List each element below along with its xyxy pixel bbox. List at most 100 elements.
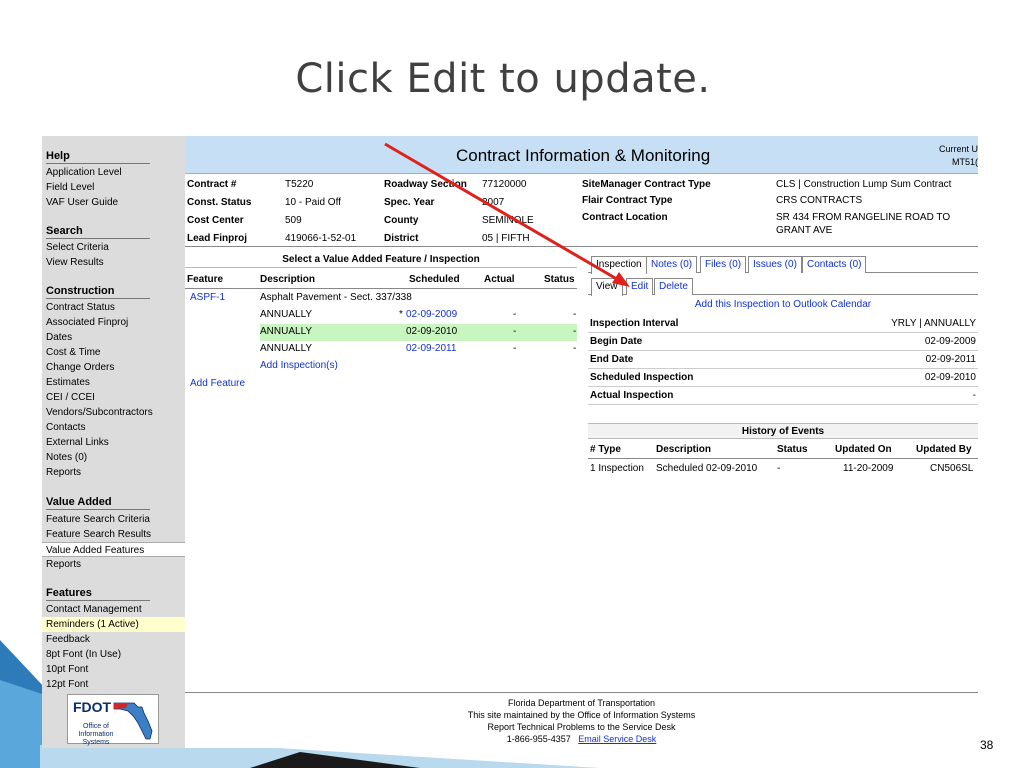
app-header: Contract Information & Monitoring Curren… [185, 136, 978, 174]
history-col-updated-by: Updated By [916, 444, 972, 455]
sidebar-item-feature-search-results[interactable]: Feature Search Results [46, 527, 151, 542]
contract-location-value-line2: GRANT AVE [776, 225, 833, 236]
history-cell-type: 1 Inspection [590, 463, 644, 474]
district-value: 05 | FIFTH [482, 233, 530, 244]
const-status-label: Const. Status [187, 197, 252, 208]
field-value: 02-09-2010 [924, 372, 976, 383]
sidebar-item-estimates[interactable]: Estimates [46, 375, 90, 390]
sidebar-item-cei-ccei[interactable]: CEI / CCEI [46, 390, 95, 405]
add-inspection-link[interactable]: Add Inspection(s) [260, 360, 338, 371]
tab-notes[interactable]: Notes (0) [646, 256, 698, 273]
field-value: 02-09-2009 [924, 336, 976, 347]
history-col-description: Description [656, 444, 712, 455]
feature-description: Asphalt Pavement - Sect. 337/338 [260, 292, 412, 303]
tab-issues[interactable]: Issues (0) [748, 256, 802, 273]
field-actual-inspection: Actual Inspection - [588, 387, 978, 405]
contract-location-label: Contract Location [582, 212, 668, 223]
inspection-row-2-scheduled[interactable]: 02-09-2010 [406, 326, 457, 337]
history-cell-updated-by: CN506SL [930, 463, 974, 474]
main-content: Contract Information & Monitoring Curren… [185, 136, 978, 748]
footer-line-3: Report Technical Problems to the Service… [487, 722, 676, 732]
history-cell-status: - [777, 463, 781, 474]
sidebar-heading-construction: Construction [46, 285, 150, 299]
sidebar-heading-features: Features [46, 587, 150, 601]
sidebar-item-reminders[interactable]: Reminders (1 Active) [42, 617, 185, 632]
tab-inspection[interactable]: Inspection [591, 256, 647, 274]
add-to-outlook-link[interactable]: Add this Inspection to Outlook Calendar [588, 299, 978, 310]
app-screenshot: Help Application Level Field Level VAF U… [42, 136, 978, 748]
sidebar-item-select-criteria[interactable]: Select Criteria [46, 240, 109, 255]
history-cell-description: Scheduled 02-09-2010 [656, 463, 758, 474]
contract-number-value: T5220 [285, 179, 314, 190]
sidebar-item-contact-management[interactable]: Contact Management [46, 602, 142, 617]
sidebar-item-10pt-font[interactable]: 10pt Font [46, 662, 88, 677]
table-divider [185, 288, 577, 289]
sidebar-heading-help: Help [46, 150, 150, 164]
field-value: YRLY | ANNUALLY [891, 318, 976, 329]
sidebar-item-feature-search-criteria[interactable]: Feature Search Criteria [46, 512, 150, 527]
roadway-section-value: 77120000 [482, 179, 527, 190]
sidebar-item-application-level[interactable]: Application Level [46, 165, 122, 180]
fdot-logo: FDOT Office of Information Systems [67, 694, 159, 746]
sidebar-item-va-reports[interactable]: Reports [46, 557, 81, 572]
col-header-status: Status [544, 274, 575, 285]
current-user-label: Current U [938, 144, 978, 154]
footer-line-2: This site maintained by the Office of In… [467, 710, 696, 720]
sidebar-item-12pt-font[interactable]: 12pt Font [46, 677, 88, 692]
sidebar-item-change-orders[interactable]: Change Orders [46, 360, 114, 375]
sidebar-item-vendors[interactable]: Vendors/Subcontractors [46, 405, 153, 420]
field-value: - [972, 390, 976, 401]
add-feature-link[interactable]: Add Feature [190, 378, 245, 389]
feature-table-caption: Select a Value Added Feature / Inspectio… [185, 252, 577, 268]
sidebar-item-external-links[interactable]: External Links [46, 435, 109, 450]
slide-number: 38 [980, 738, 994, 752]
sidebar-item-value-added-features[interactable]: Value Added Features [42, 542, 185, 557]
slide-title: Click Edit to update. [295, 56, 711, 102]
florida-map-icon [113, 702, 153, 740]
spec-year-label: Spec. Year [384, 197, 435, 208]
history-divider [588, 458, 978, 459]
sidebar-item-cost-time[interactable]: Cost & Time [46, 345, 100, 360]
inspection-row-2-status: - [573, 326, 577, 337]
field-label: Scheduled Inspection [590, 372, 694, 383]
feature-link-aspf-1[interactable]: ASPF-1 [190, 292, 225, 303]
sidebar-item-contract-status[interactable]: Contract Status [46, 300, 115, 315]
inspection-row-2-actual: - [513, 326, 517, 337]
history-col-updated-on: Updated On [835, 444, 892, 455]
field-label: Inspection Interval [590, 318, 679, 329]
footer: Florida Department of Transportation Thi… [185, 692, 978, 745]
cost-center-label: Cost Center [187, 215, 244, 226]
subtab-delete[interactable]: Delete [654, 278, 693, 295]
tab-contacts[interactable]: Contacts (0) [802, 256, 867, 273]
sidebar-item-field-level[interactable]: Field Level [46, 180, 94, 195]
header-title: Contract Information & Monitoring [456, 146, 711, 165]
sidebar-item-vaf-user-guide[interactable]: VAF User Guide [46, 195, 118, 210]
divider [185, 246, 978, 247]
inspection-row-3-scheduled-link[interactable]: 02-09-2011 [406, 343, 456, 354]
sidebar: Help Application Level Field Level VAF U… [42, 136, 185, 748]
subtab-view[interactable]: View [591, 278, 623, 296]
field-label: Actual Inspection [590, 390, 674, 401]
field-value: 02-09-2011 [925, 354, 976, 365]
sidebar-item-dates[interactable]: Dates [46, 330, 72, 345]
col-header-actual: Actual [484, 274, 515, 285]
tab-files[interactable]: Files (0) [700, 256, 747, 273]
district-label: District [384, 233, 419, 244]
sidebar-item-associated-finproj[interactable]: Associated Finproj [46, 315, 128, 330]
sidebar-item-notes[interactable]: Notes (0) [46, 450, 87, 465]
inspection-row-1-scheduled-link[interactable]: 02-09-2009 [406, 309, 457, 320]
sidebar-item-view-results[interactable]: View Results [46, 255, 104, 270]
spec-year-value: 2007 [482, 197, 505, 208]
email-service-desk-link[interactable]: Email Service Desk [578, 734, 656, 744]
current-user: Current U MT51( [939, 143, 978, 169]
roadway-section-label: Roadway Section [384, 179, 467, 190]
tab-bar: Inspection Notes (0) Files (0) Issues (0… [588, 256, 978, 274]
sidebar-item-reports[interactable]: Reports [46, 465, 81, 480]
subtab-edit[interactable]: Edit [626, 278, 654, 295]
inspection-row-2-description[interactable]: ANNUALLY [260, 326, 312, 337]
county-label: County [384, 215, 419, 226]
sidebar-item-contacts[interactable]: Contacts [46, 420, 85, 435]
sidebar-item-feedback[interactable]: Feedback [46, 632, 90, 647]
sidebar-item-8pt-font[interactable]: 8pt Font (In Use) [46, 647, 121, 662]
flair-type-label: Flair Contract Type [582, 195, 673, 206]
